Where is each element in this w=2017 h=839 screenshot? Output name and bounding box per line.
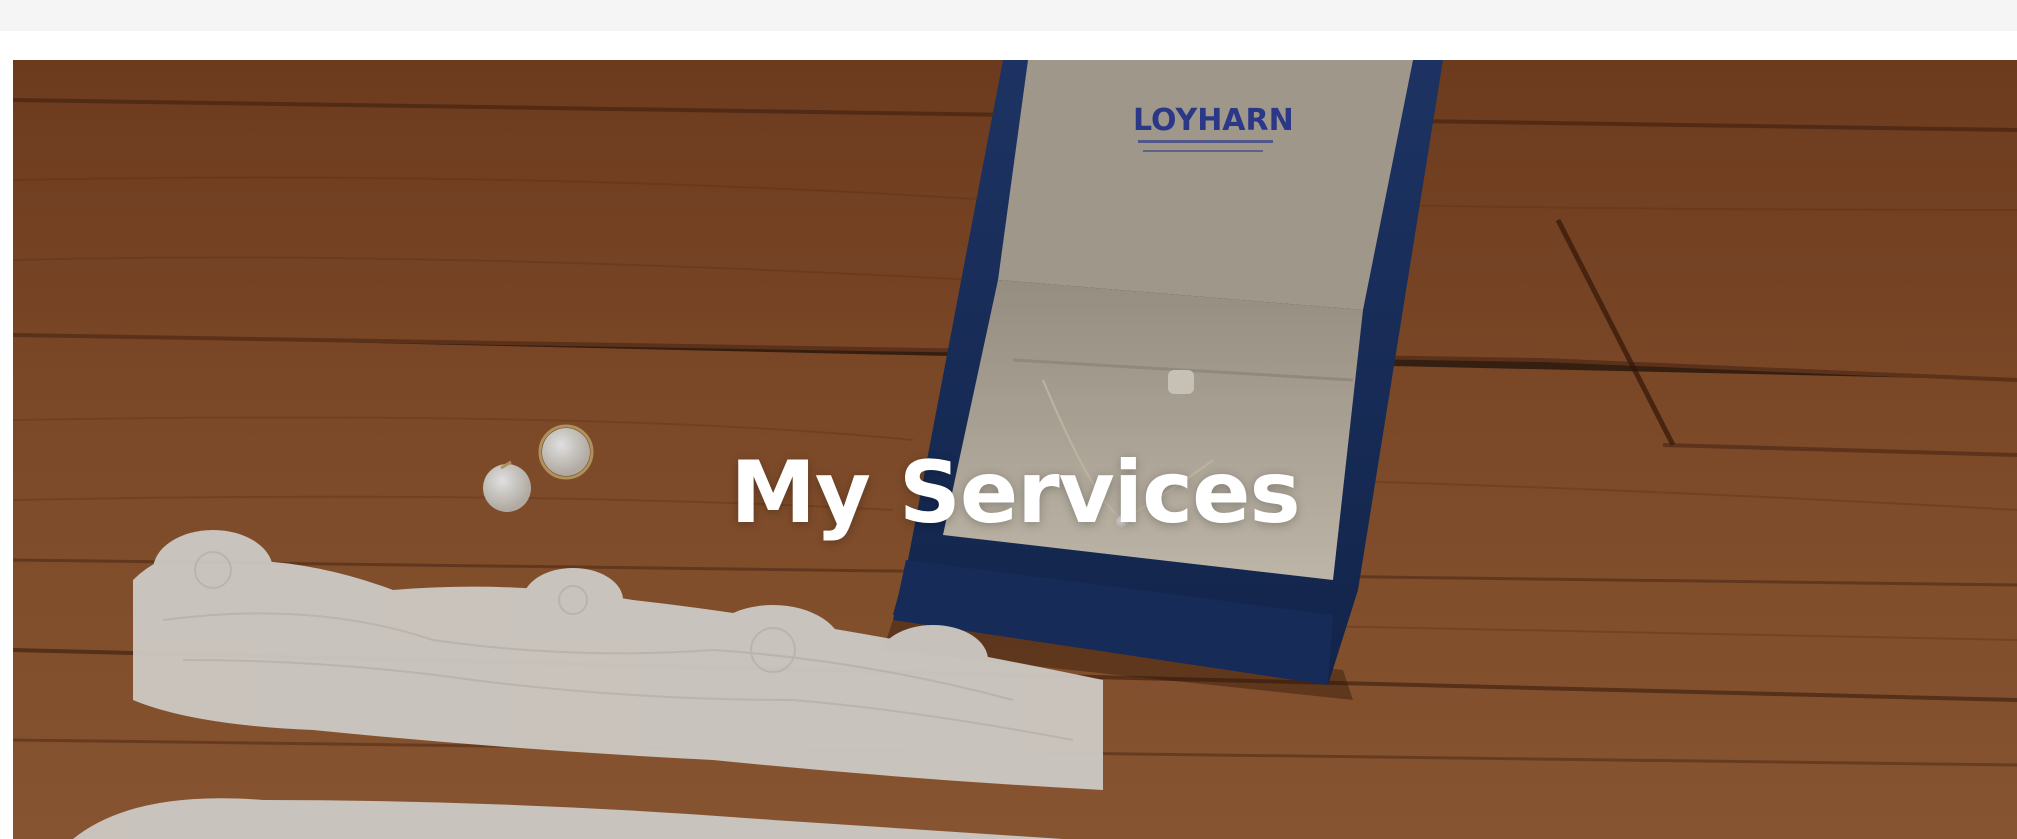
hero-banner: LOYHARN My Services (13, 60, 2017, 839)
top-bar (0, 0, 2017, 31)
hero-title: My Services (730, 443, 1300, 543)
